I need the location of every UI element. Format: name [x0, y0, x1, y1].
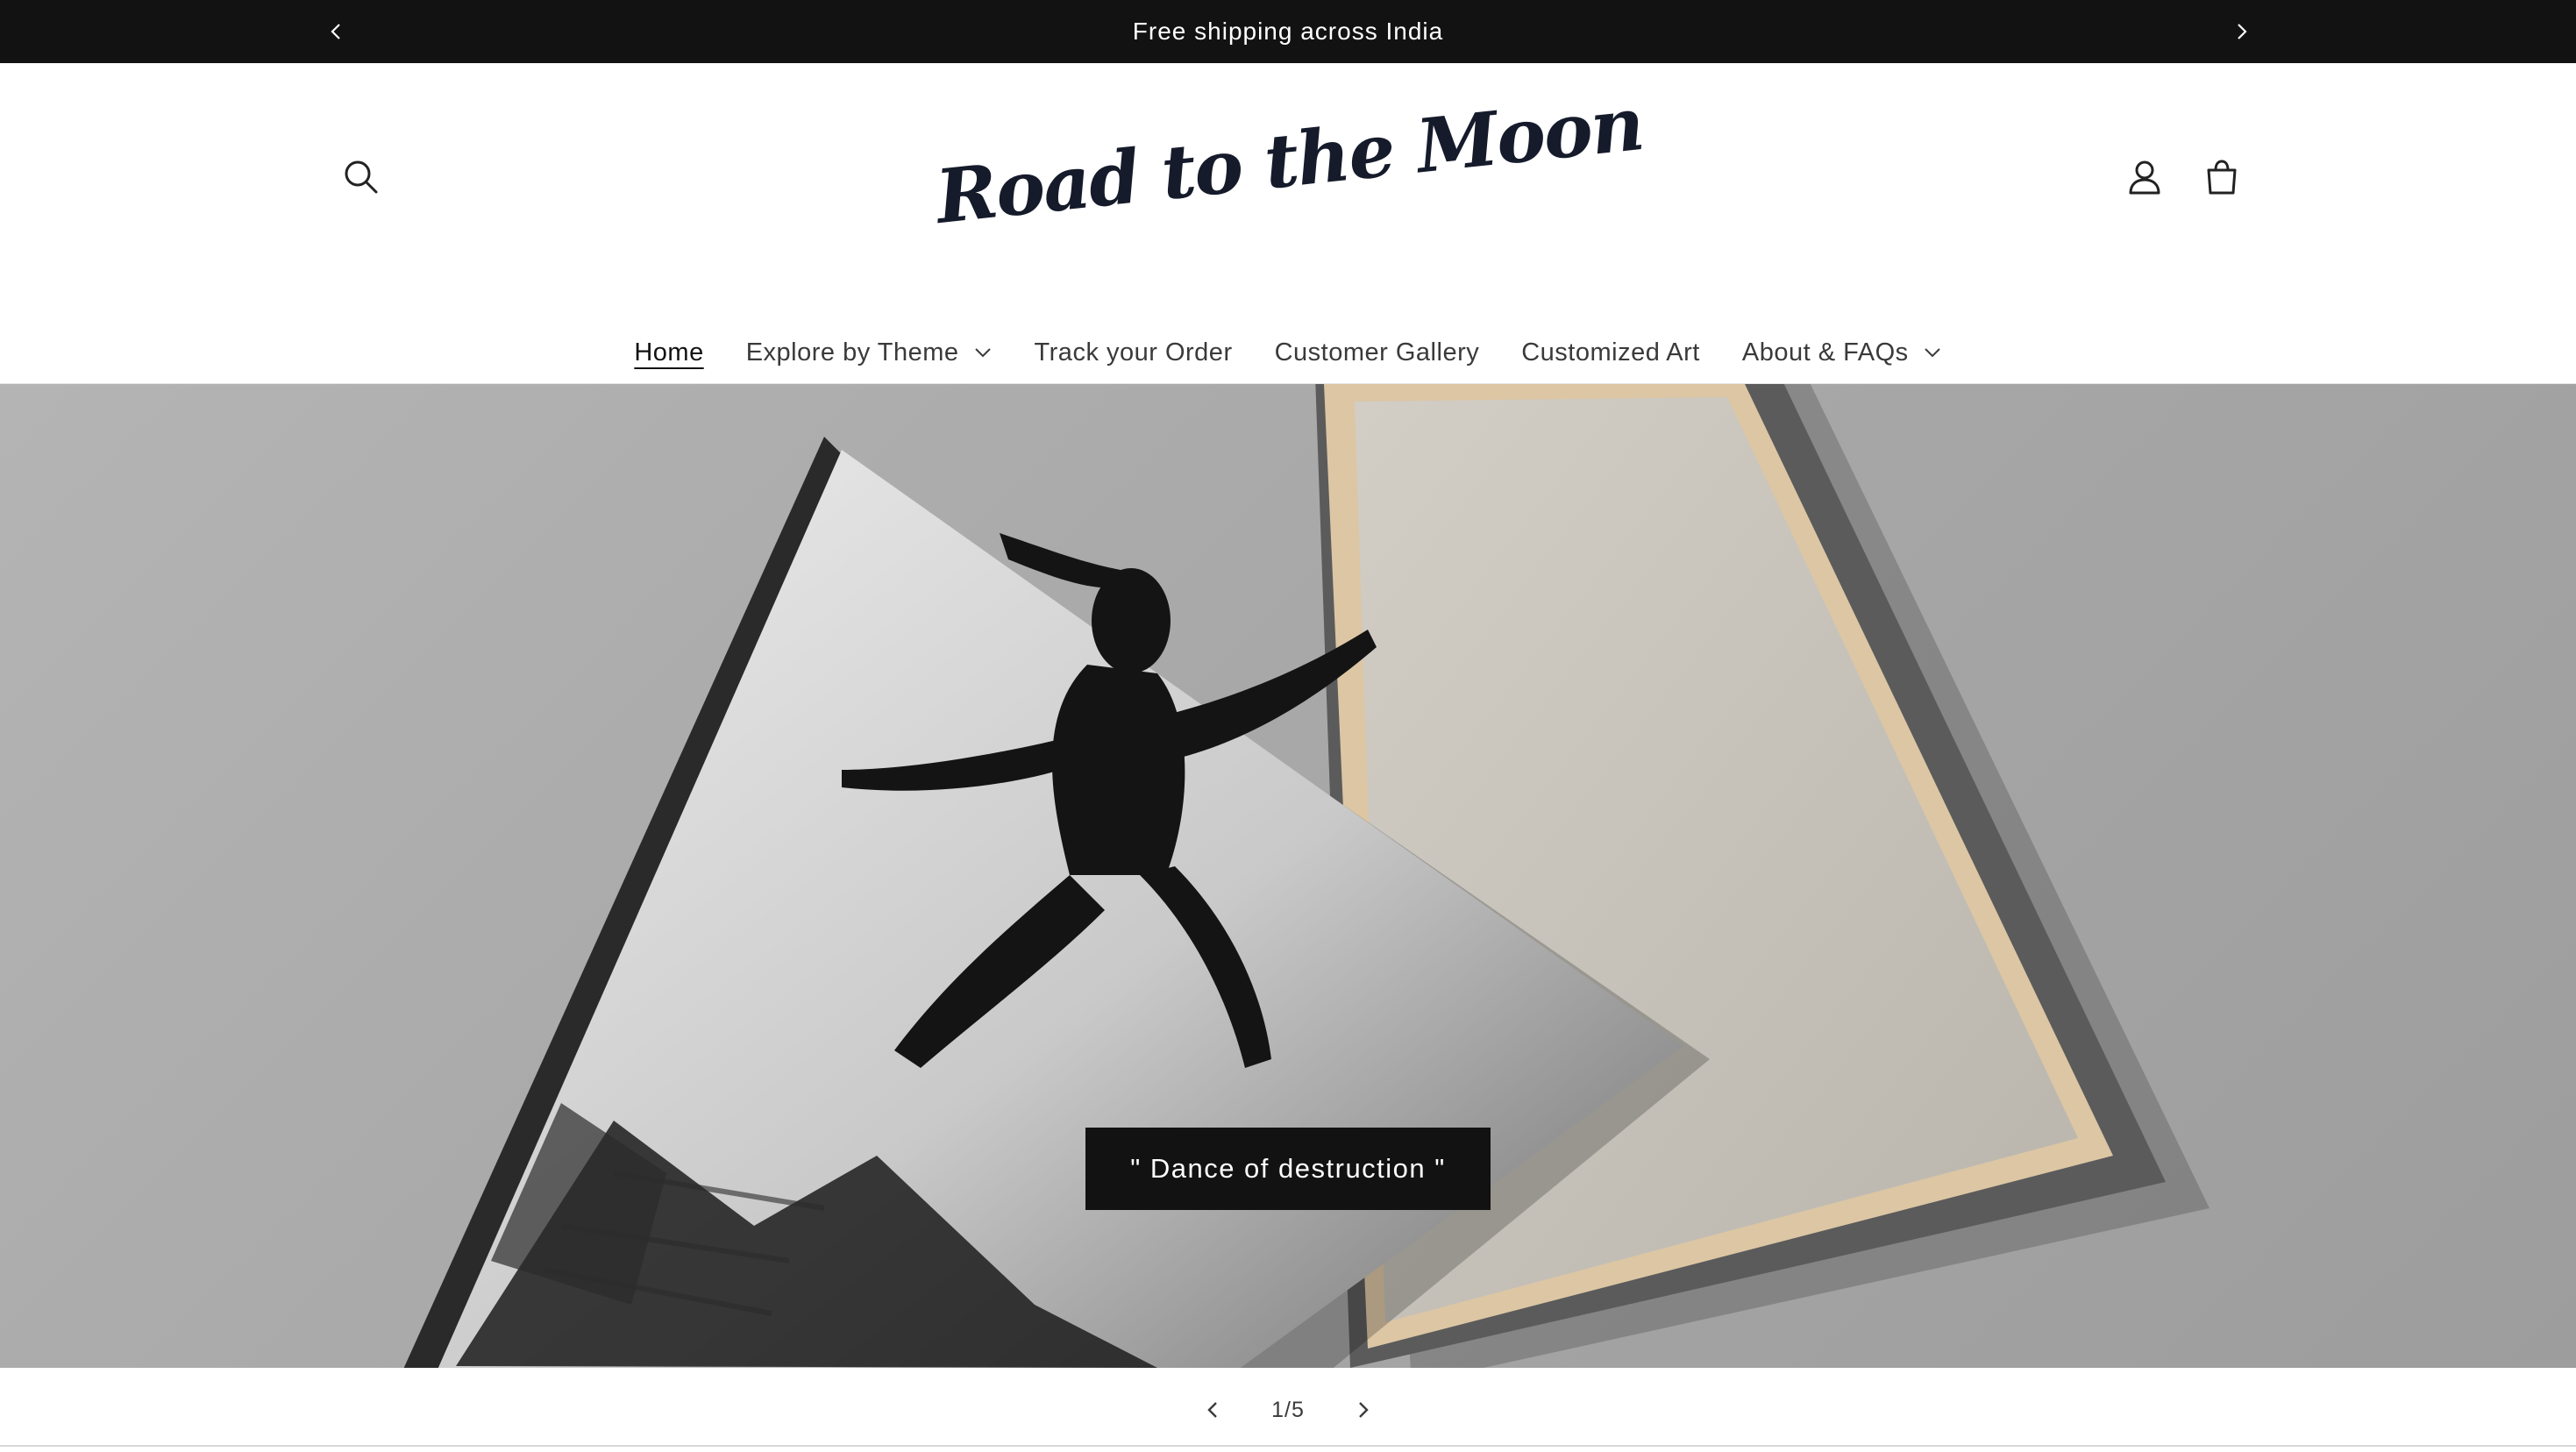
slideshow-controls: 1/5 [0, 1368, 2576, 1452]
nav-item-explore-by-theme[interactable]: Explore by Theme [725, 338, 1014, 367]
account-button[interactable] [2117, 149, 2173, 205]
site-header: Road to the Moon Home Explore by Theme T… [0, 63, 2576, 384]
search-icon [345, 160, 378, 194]
nav-item-label: Customer Gallery [1274, 338, 1480, 367]
slide-next-button[interactable] [1334, 1382, 1391, 1438]
slide-caption-text: " Dance of destruction " [1130, 1153, 1446, 1184]
announcement-bar: Free shipping across India [0, 0, 2576, 63]
chevron-down-icon [973, 346, 993, 359]
cart-icon [2207, 160, 2237, 195]
nav-item-label: Customized Art [1521, 338, 1700, 367]
chevron-right-icon [1359, 1402, 1369, 1418]
nav-item-label: Explore by Theme [745, 338, 959, 367]
nav-item-label: About & FAQs [1741, 338, 1909, 367]
search-button[interactable] [333, 149, 389, 205]
slide-counter: 1/5 [1271, 1397, 1305, 1422]
nav-item-label: Home [634, 338, 704, 367]
chevron-right-icon [2238, 24, 2247, 39]
cart-button[interactable] [2194, 149, 2250, 205]
nav-item-customer-gallery[interactable]: Customer Gallery [1254, 338, 1501, 367]
chevron-left-icon [1207, 1402, 1217, 1418]
site-logo[interactable]: Road to the Moon [932, 79, 1647, 239]
nav-item-about-faqs[interactable]: About & FAQs [1721, 338, 1963, 367]
nav-item-track-your-order[interactable]: Track your Order [1014, 338, 1254, 367]
nav-item-label: Track your Order [1034, 338, 1233, 367]
announcement-next-button[interactable] [2220, 11, 2262, 53]
divider [0, 1445, 2576, 1447]
account-icon [2129, 160, 2160, 195]
chevron-down-icon [1923, 346, 1942, 359]
nav-item-home[interactable]: Home [613, 338, 724, 367]
slide-caption-button[interactable]: " Dance of destruction " [1085, 1128, 1491, 1210]
announcement-text: Free shipping across India [1132, 18, 1444, 45]
main-navigation: Home Explore by Theme Track your Order C… [0, 326, 2576, 379]
announcement-prev-button[interactable] [316, 11, 358, 53]
nav-item-customized-art[interactable]: Customized Art [1500, 338, 1721, 367]
hero-canvas-image [403, 384, 2210, 1368]
chevron-left-icon [331, 24, 340, 39]
hero-slideshow[interactable]: " Dance of destruction " [0, 384, 2576, 1368]
logo-text: Road to the Moon [931, 79, 1647, 240]
slide-prev-button[interactable] [1185, 1382, 1242, 1438]
